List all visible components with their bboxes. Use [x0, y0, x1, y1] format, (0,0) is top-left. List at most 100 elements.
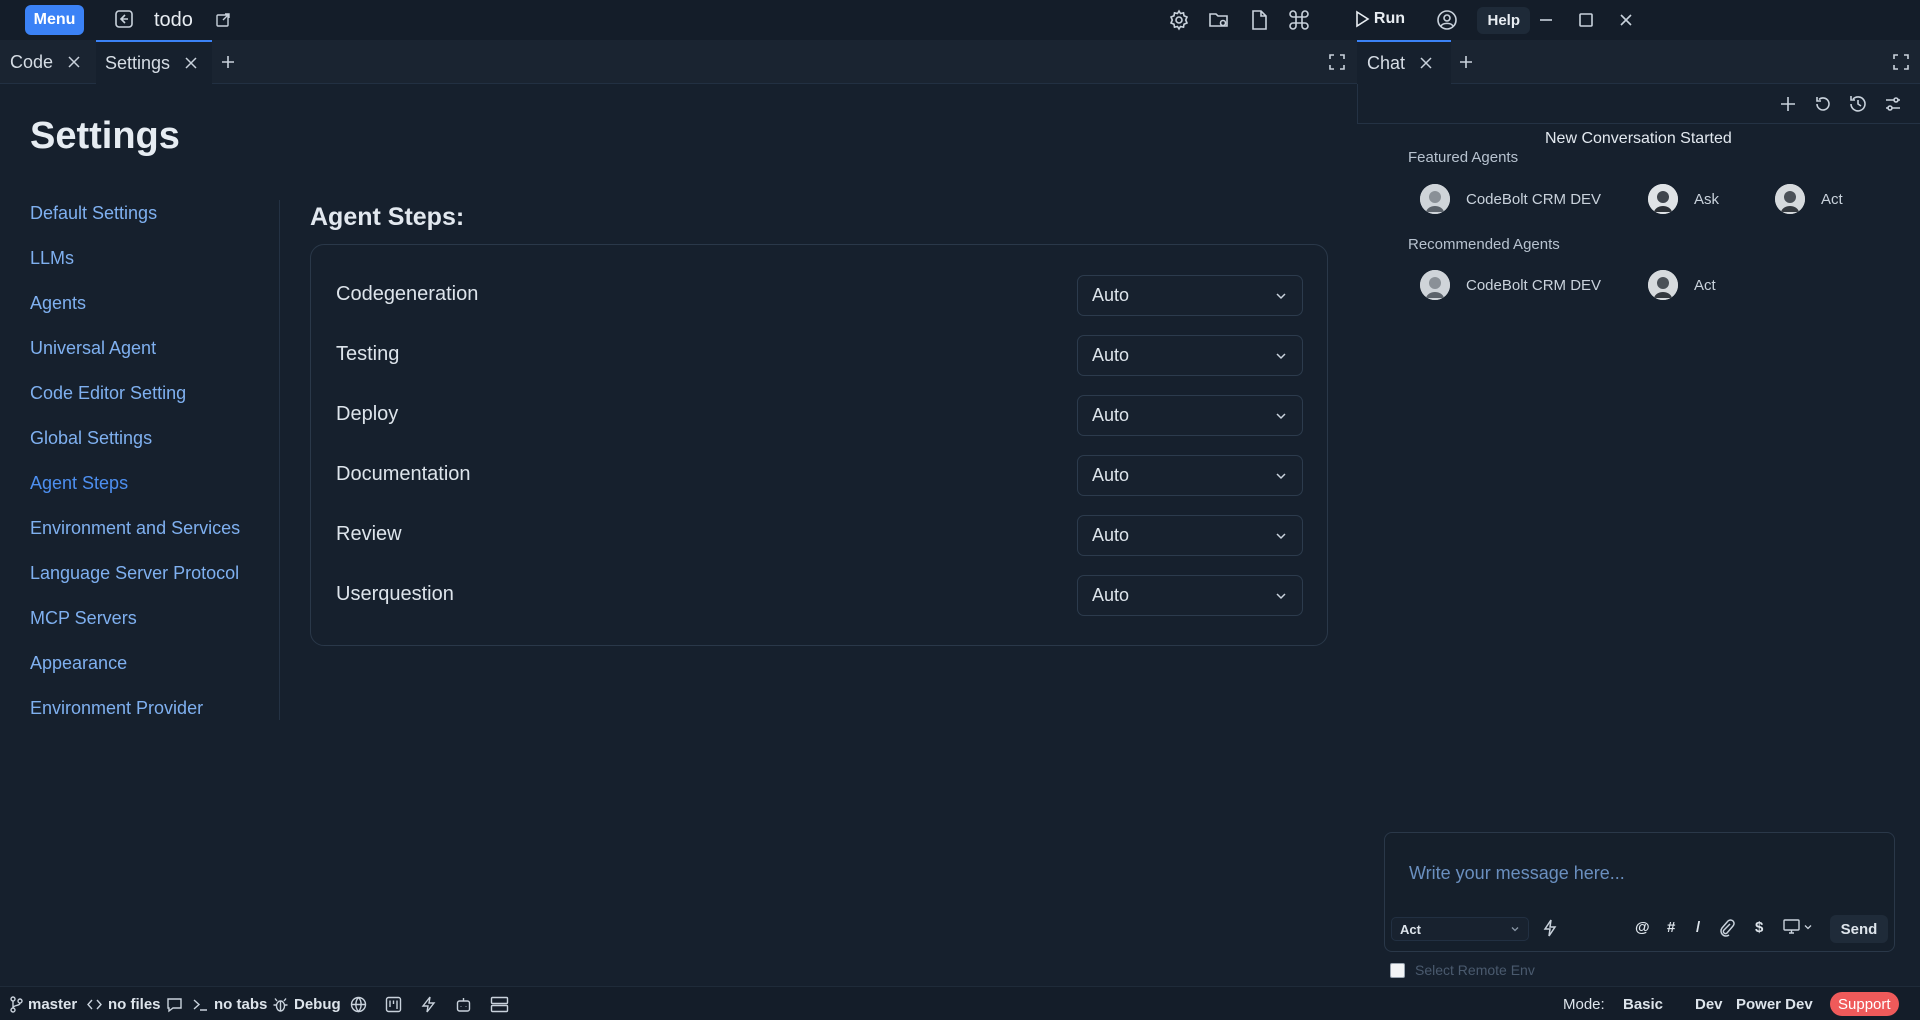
featured-agent[interactable]: Ask — [1648, 184, 1719, 214]
code-icon — [87, 999, 102, 1010]
step-label: Userquestion — [336, 583, 454, 605]
send-button[interactable]: Send — [1830, 915, 1888, 943]
tab-label: Settings — [105, 52, 171, 73]
external-link-icon[interactable] — [215, 12, 231, 28]
new-chat-icon[interactable] — [1778, 94, 1798, 114]
step-select[interactable]: Auto — [1077, 275, 1303, 316]
step-select[interactable]: Auto — [1077, 455, 1303, 496]
tabs-indicator[interactable]: no tabs — [192, 996, 267, 1013]
dollar-button[interactable]: $ — [1755, 919, 1763, 936]
nav-item-mcp-servers[interactable]: MCP Servers — [30, 605, 270, 650]
add-chat-tab-icon[interactable] — [1457, 53, 1475, 71]
chat-toolbar — [1358, 84, 1920, 124]
command-icon[interactable] — [1288, 9, 1310, 31]
step-row-review: Review Auto — [311, 509, 1329, 557]
debug-indicator[interactable]: Debug — [272, 996, 341, 1013]
recommended-agent[interactable]: CodeBolt CRM DEV — [1420, 270, 1601, 300]
lightning-icon[interactable] — [1542, 919, 1558, 937]
support-button[interactable]: Support — [1830, 992, 1899, 1016]
featured-agent[interactable]: Act — [1775, 184, 1843, 214]
step-select-value: Auto — [1092, 285, 1130, 305]
step-select-value: Auto — [1092, 345, 1130, 365]
nav-item-agents[interactable]: Agents — [30, 290, 270, 335]
hash-button[interactable]: # — [1667, 919, 1675, 936]
step-select[interactable]: Auto — [1077, 335, 1303, 376]
agent-name: Act — [1821, 190, 1843, 208]
tab-settings[interactable]: Settings — [96, 40, 212, 84]
recommended-agent[interactable]: Act — [1648, 270, 1716, 300]
step-select[interactable]: Auto — [1077, 575, 1303, 616]
nav-divider — [279, 200, 280, 720]
chevron-down-icon — [1276, 412, 1286, 419]
tab-chat[interactable]: Chat — [1357, 40, 1451, 84]
nav-item-default-settings[interactable]: Default Settings — [30, 200, 270, 245]
conversation-status: New Conversation Started — [1545, 130, 1732, 147]
close-tab-icon[interactable] — [184, 56, 198, 70]
nav-item-global-settings[interactable]: Global Settings — [30, 425, 270, 470]
nav-item-environment-provider[interactable]: Environment Provider — [30, 695, 270, 740]
close-icon[interactable] — [1615, 9, 1637, 31]
step-label: Codegeneration — [336, 283, 479, 305]
step-select[interactable]: Auto — [1077, 395, 1303, 436]
server-icon[interactable] — [490, 996, 509, 1013]
git-branch-icon — [10, 996, 23, 1013]
file-icon[interactable] — [1248, 9, 1270, 31]
bot-icon[interactable] — [455, 996, 472, 1013]
lightning-icon[interactable] — [420, 996, 437, 1013]
menu-button[interactable]: Menu — [25, 5, 84, 35]
step-row-documentation: Documentation Auto — [311, 449, 1329, 497]
comment-icon[interactable] — [166, 996, 183, 1013]
branch-indicator[interactable]: master — [10, 996, 77, 1013]
minimize-icon[interactable] — [1535, 9, 1557, 31]
recommended-agents-heading: Recommended Agents — [1408, 236, 1560, 253]
close-tab-icon[interactable] — [1419, 56, 1433, 70]
slash-command-button[interactable]: / — [1696, 919, 1700, 936]
account-icon[interactable] — [1436, 9, 1458, 31]
mode-basic[interactable]: Basic — [1615, 992, 1671, 1016]
featured-agent[interactable]: CodeBolt CRM DEV — [1420, 184, 1601, 214]
run-button[interactable]: Run — [1354, 10, 1405, 28]
featured-agents-heading: Featured Agents — [1408, 149, 1519, 166]
nav-item-agent-steps[interactable]: Agent Steps — [30, 470, 270, 515]
chat-tab-strip: Chat — [1357, 40, 1920, 84]
tab-label: Code — [10, 51, 54, 72]
nav-item-universal-agent[interactable]: Universal Agent — [30, 335, 270, 380]
maximize-icon[interactable] — [1575, 9, 1597, 31]
mention-button[interactable]: @ — [1635, 919, 1650, 936]
nav-item-llms[interactable]: LLMs — [30, 245, 270, 290]
agent-mode-value: Act — [1400, 921, 1421, 937]
message-input[interactable]: Write your message here... — [1409, 863, 1625, 884]
remote-env-checkbox[interactable] — [1390, 962, 1405, 978]
nav-item-environment-and-services[interactable]: Environment and Services — [30, 515, 270, 560]
terminal-icon — [193, 999, 207, 1011]
agent-mode-select[interactable]: Act — [1391, 917, 1529, 941]
mode-dev[interactable]: Dev — [1687, 992, 1731, 1016]
step-row-testing: Testing Auto — [311, 329, 1329, 377]
tab-code[interactable]: Code — [0, 40, 94, 84]
step-select[interactable]: Auto — [1077, 515, 1303, 556]
expand-chat-icon[interactable] — [1892, 53, 1910, 71]
step-label: Review — [336, 523, 402, 545]
settings-icon[interactable] — [1168, 9, 1190, 31]
section-title: Agent Steps: — [310, 203, 465, 231]
kanban-icon[interactable] — [385, 996, 402, 1013]
step-select-value: Auto — [1092, 585, 1130, 605]
expand-icon[interactable] — [1328, 53, 1346, 71]
globe-icon[interactable] — [350, 996, 367, 1013]
files-indicator[interactable]: no files — [86, 996, 161, 1013]
add-tab-icon[interactable] — [219, 53, 237, 71]
nav-item-code-editor-setting[interactable]: Code Editor Setting — [30, 380, 270, 425]
nav-item-language-server-protocol[interactable]: Language Server Protocol — [30, 560, 270, 605]
history-icon[interactable] — [1848, 94, 1868, 114]
display-select[interactable] — [1783, 919, 1813, 934]
branch-name: master — [28, 996, 78, 1013]
attachment-icon[interactable] — [1719, 919, 1735, 937]
back-icon[interactable] — [114, 9, 134, 29]
mode-power-dev[interactable]: Power Dev — [1728, 992, 1821, 1016]
close-tab-icon[interactable] — [67, 55, 81, 69]
filter-settings-icon[interactable] — [1883, 94, 1903, 114]
nav-item-appearance[interactable]: Appearance — [30, 650, 270, 695]
refresh-icon[interactable] — [1813, 94, 1833, 114]
folder-gear-icon[interactable] — [1208, 9, 1230, 31]
help-button[interactable]: Help — [1477, 7, 1530, 34]
